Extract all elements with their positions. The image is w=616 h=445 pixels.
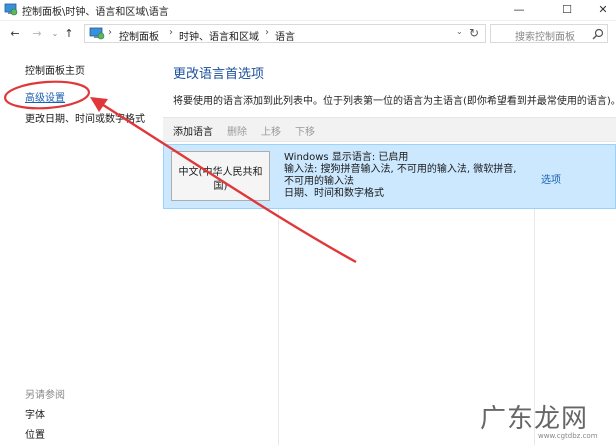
breadcrumb-clock-language-region[interactable]: 时钟、语言和区域 [179, 28, 259, 43]
control-panel-icon [4, 3, 18, 16]
watermark-url: www.cgtdbz.com [538, 432, 598, 440]
page-description: 将要使用的语言添加到此列表中。位于列表第一位的语言为主语言(即你希望看到并最常使… [173, 96, 616, 107]
language-toolbar: 添加语言 删除 上移 下移 [163, 117, 616, 142]
navigation-bar: ← → ⌄ ↑ › 控制面板 › 时钟、语言和区域 › 语言 ⌄ ↻ 搜索控制面… [0, 22, 616, 46]
refresh-icon[interactable]: ↻ [469, 26, 479, 40]
recent-locations-button[interactable]: ⌄ [48, 26, 62, 42]
search-icon [592, 28, 604, 40]
fonts-link[interactable]: 字体 [25, 406, 45, 421]
breadcrumb-separator: › [265, 27, 269, 38]
close-button[interactable]: ✕ [586, 0, 616, 20]
move-up-button[interactable]: 上移 [261, 123, 281, 138]
language-list-item[interactable]: 中文(中华人民共和国) Windows 显示语言: 已启用 输入法: 搜狗拼音输… [163, 144, 616, 209]
change-datetime-format-link[interactable]: 更改日期、时间或数字格式 [25, 110, 145, 125]
address-bar[interactable]: › 控制面板 › 时钟、语言和区域 › 语言 ⌄ ↻ [84, 24, 486, 43]
display-language-status: Windows 显示语言: 已启用 [284, 152, 409, 163]
breadcrumb-language[interactable]: 语言 [275, 28, 295, 43]
up-button[interactable]: ↑ [62, 26, 76, 42]
control-panel-icon [89, 27, 105, 40]
breadcrumb-separator: › [108, 27, 112, 38]
left-pane: 控制面板主页 高级设置 更改日期、时间或数字格式 另请参阅 字体 位置 [0, 48, 160, 445]
remove-button[interactable]: 删除 [227, 123, 247, 138]
minimize-button[interactable]: — [502, 0, 536, 20]
advanced-settings-link[interactable]: 高级设置 [25, 89, 65, 104]
forward-button[interactable]: → [30, 26, 44, 42]
language-name-button[interactable]: 中文(中华人民共和国) [171, 151, 270, 201]
search-box[interactable]: 搜索控制面板 [490, 24, 608, 43]
breadcrumb-separator: › [169, 27, 173, 38]
control-panel-home-link[interactable]: 控制面板主页 [25, 62, 85, 77]
title-bar: 控制面板\时钟、语言和区域\语言 — ☐ ✕ [0, 0, 616, 21]
see-also-heading: 另请参阅 [25, 390, 65, 401]
address-dropdown-icon[interactable]: ⌄ [456, 27, 463, 36]
move-down-button[interactable]: 下移 [295, 123, 315, 138]
search-input[interactable]: 搜索控制面板 [515, 28, 575, 43]
input-methods: 输入法: 搜狗拼音输入法, 不可用的输入法, 微软拼音, [284, 164, 517, 175]
column-divider [278, 209, 279, 445]
back-button[interactable]: ← [8, 26, 22, 42]
breadcrumb-control-panel[interactable]: 控制面板 [119, 28, 159, 43]
location-link[interactable]: 位置 [25, 426, 45, 441]
language-options-link[interactable]: 选项 [541, 171, 561, 186]
add-language-button[interactable]: 添加语言 [173, 123, 213, 138]
language-details: Windows 显示语言: 已启用 输入法: 搜狗拼音输入法, 不可用的输入法,… [284, 152, 516, 200]
maximize-button[interactable]: ☐ [550, 0, 584, 20]
watermark-logo: 广东龙网 [480, 404, 589, 434]
page-title: 更改语言首选项 [173, 67, 265, 82]
input-methods-continued: 不可用的输入法 [284, 176, 354, 187]
date-time-format-label: 日期、时间和数字格式 [284, 188, 384, 199]
window-title: 控制面板\时钟、语言和区域\语言 [22, 7, 169, 18]
